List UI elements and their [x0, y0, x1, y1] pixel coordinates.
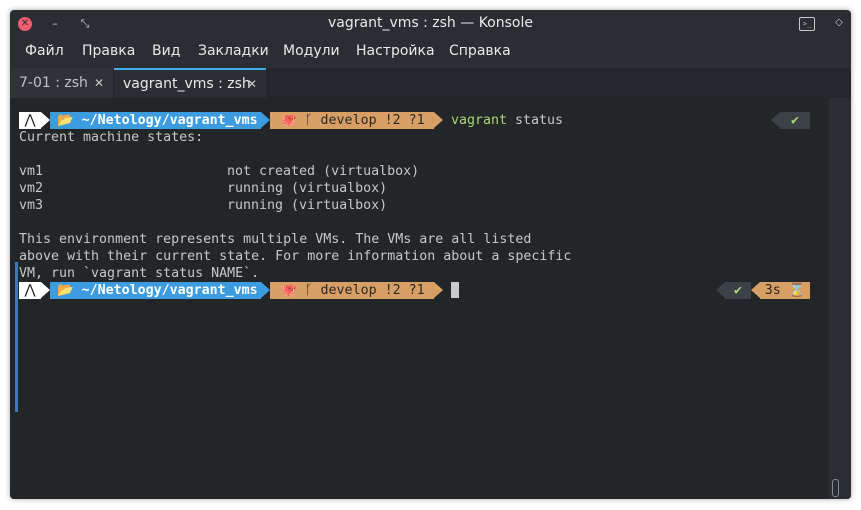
segment-arrow — [41, 282, 50, 298]
segment-arrow — [771, 112, 780, 128]
arch-logo-icon: ⋀ — [19, 112, 41, 129]
output-line: VM, run `vagrant status NAME`. — [19, 266, 260, 281]
tab-label: 7-01 : zsh — [19, 75, 88, 91]
menu-bar: Файл Правка Вид Закладки Модули Настройк… — [10, 39, 851, 65]
scrollbar[interactable] — [829, 98, 851, 499]
vm-state: running (virtualbox) — [227, 198, 388, 213]
prompt-git-status: 🐙 ᚴ develop !2 ?1 — [270, 112, 434, 129]
menu-file[interactable]: Файл — [25, 43, 64, 59]
check-icon: ✔ — [780, 112, 810, 129]
segment-arrow — [716, 282, 725, 298]
output-line: This environment represents multiple VMs… — [19, 232, 532, 247]
vm-state: running (virtualbox) — [227, 181, 388, 196]
segment-arrow — [434, 112, 443, 128]
menu-view[interactable]: Вид — [152, 43, 180, 59]
vm-state: not created (virtualbox) — [227, 164, 420, 179]
segment-arrow — [41, 112, 50, 128]
prompt-path: 📂 ~/Netology/vagrant_vms — [50, 112, 261, 129]
output-line: Current machine states: — [19, 130, 204, 145]
prompt-git-status: 🐙 ᚴ develop !2 ?1 — [270, 282, 434, 299]
vm-name: vm3 — [19, 198, 44, 213]
menu-edit[interactable]: Правка — [82, 43, 135, 59]
text-cursor[interactable] — [451, 282, 459, 298]
menu-plugins[interactable]: Модули — [283, 43, 340, 59]
prompt-path: 📂 ~/Netology/vagrant_vms — [50, 282, 261, 299]
segment-arrow — [261, 112, 270, 128]
tab-bar: 7-01 : zsh ✕ vagrant_vms : zsh ✕ — [10, 68, 851, 98]
vm-name: vm2 — [19, 181, 44, 196]
check-icon: ✔ — [725, 282, 751, 299]
command-args: status — [507, 113, 564, 128]
menu-settings[interactable]: Настройка — [356, 43, 435, 59]
arch-logo-icon: ⋀ — [19, 282, 41, 299]
segment-arrow — [751, 282, 760, 298]
segment-arrow — [434, 282, 443, 298]
scrollbar-thumb[interactable] — [832, 479, 839, 497]
tab-vagrant-vms[interactable]: vagrant_vms : zsh ✕ — [114, 68, 266, 98]
window-title: vagrant_vms : zsh — Konsole — [328, 15, 533, 31]
konsole-window: ✕ – ⤡ vagrant_vms : zsh — Konsole >_ ◇ Ф… — [10, 10, 851, 499]
split-indicator — [15, 262, 18, 412]
terminal-area[interactable]: ⋀ 📂 ~/Netology/vagrant_vms 🐙 ᚴ develop !… — [10, 98, 851, 499]
vm-name: vm1 — [19, 164, 44, 179]
output-line: above with their current state. For more… — [19, 249, 572, 264]
segment-arrow — [261, 282, 270, 298]
pin-icon[interactable]: ◇ — [833, 17, 845, 29]
tab-close-icon[interactable]: ✕ — [247, 70, 257, 98]
command-name: vagrant — [451, 113, 508, 128]
tab-close-icon[interactable]: ✕ — [94, 68, 104, 98]
terminal-app-icon[interactable]: >_ — [799, 17, 815, 31]
menu-help[interactable]: Справка — [449, 43, 511, 59]
title-bar: ✕ – ⤡ vagrant_vms : zsh — Konsole >_ ◇ — [10, 10, 851, 38]
tab-7-01[interactable]: 7-01 : zsh ✕ — [10, 68, 113, 98]
elapsed-time: 3s ⌛ — [760, 282, 810, 299]
menu-bookmarks[interactable]: Закладки — [198, 43, 269, 59]
tab-label: vagrant_vms : zsh — [123, 76, 251, 92]
